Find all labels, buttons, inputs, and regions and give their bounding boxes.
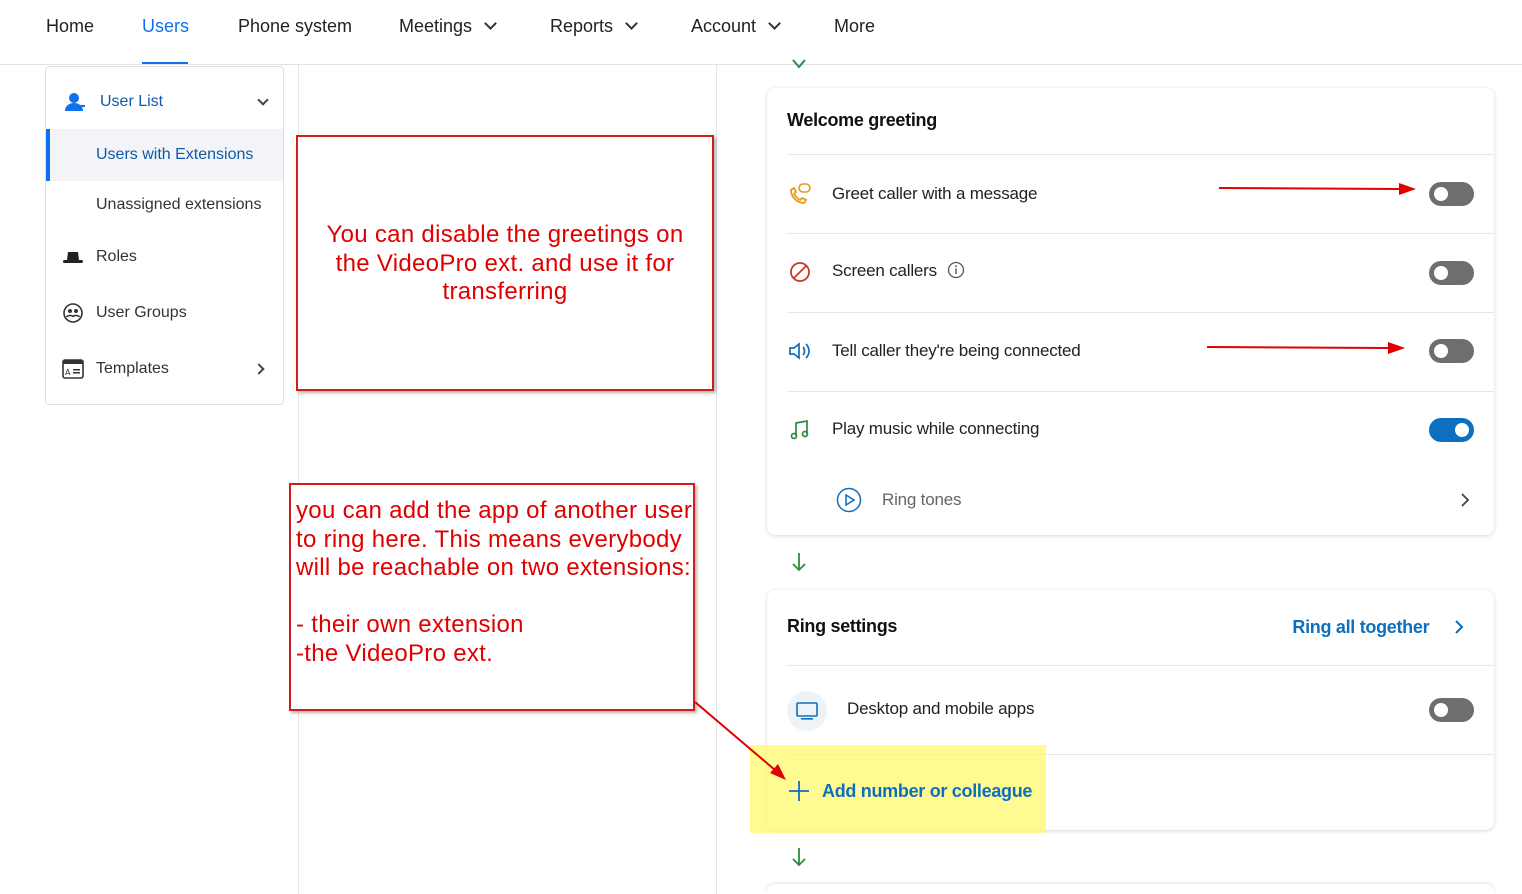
nav-reports-label: Reports: [550, 16, 614, 36]
ring-settings-title: Ring settings: [787, 616, 898, 636]
chevron-down-icon: [257, 94, 269, 106]
ring-mode-label: Ring all together: [1292, 617, 1430, 637]
chevron-down-icon: [768, 17, 781, 30]
info-icon[interactable]: [947, 261, 965, 279]
nav-meetings[interactable]: Meetings: [399, 0, 497, 64]
screen-callers-row: Screen callers: [787, 233, 1494, 312]
sidebar: User List Users with Extensions Unassign…: [45, 66, 284, 405]
block-icon: [787, 259, 813, 285]
nav-home[interactable]: Home: [46, 0, 94, 64]
sidebar-item-users-with-extensions[interactable]: Users with Extensions: [46, 129, 283, 181]
ring-mode-link[interactable]: Ring all together: [1292, 617, 1464, 638]
nav-users[interactable]: Users: [142, 0, 190, 64]
add-number-button[interactable]: Add number or colleague: [788, 780, 1032, 802]
greet-caller-label: Greet caller with a message: [832, 184, 1038, 203]
svg-text:A: A: [65, 368, 71, 377]
welcome-greeting-title: Welcome greeting: [787, 110, 937, 130]
flow-arrow-icon: [792, 553, 806, 572]
sidebar-item-templates-label: Templates: [96, 360, 169, 377]
tell-caller-toggle[interactable]: [1429, 339, 1474, 363]
chevron-right-icon: [253, 363, 265, 375]
sidebar-item-user-list[interactable]: User List: [46, 82, 283, 122]
desktop-apps-label: Desktop and mobile apps: [847, 699, 1035, 718]
nav-reports[interactable]: Reports: [550, 0, 638, 64]
sidebar-item-templates[interactable]: A Templates: [46, 349, 283, 389]
sidebar-item-roles[interactable]: Roles: [46, 237, 283, 277]
top-navigation: Home Users Phone system Meetings Reports…: [0, 0, 1522, 65]
nav-phone-system[interactable]: Phone system: [238, 0, 352, 64]
sidebar-item-user-groups-label: User Groups: [96, 304, 187, 321]
screen-callers-label: Screen callers: [832, 261, 937, 280]
add-number-label: Add number or colleague: [822, 780, 1033, 801]
welcome-greeting-card: Welcome greeting Greet caller with a mes…: [767, 88, 1494, 535]
chevron-down-icon: [625, 17, 638, 30]
sidebar-item-user-list-label: User List: [100, 93, 164, 110]
screen-callers-toggle[interactable]: [1429, 261, 1474, 285]
desktop-apps-row: Desktop and mobile apps: [787, 665, 1494, 754]
play-music-toggle[interactable]: [1429, 418, 1474, 442]
templates-icon: A: [62, 358, 84, 380]
desktop-apps-toggle[interactable]: [1429, 698, 1474, 722]
sidebar-item-user-groups[interactable]: User Groups: [46, 293, 283, 333]
chevron-down-icon: [484, 17, 497, 30]
annotation-box-greetings: You can disable the greetings on the Vid…: [296, 135, 714, 391]
ring-tones-label: Ring tones: [882, 490, 962, 509]
play-icon: [836, 487, 862, 513]
nav-account-label: Account: [691, 16, 757, 36]
flow-arrow-icon: [792, 848, 806, 867]
plus-icon: [789, 781, 809, 801]
nav-users-label: Users: [142, 16, 190, 36]
greet-caller-row: Greet caller with a message: [787, 154, 1494, 233]
nav-phone-system-label: Phone system: [238, 16, 353, 36]
desktop-icon: [787, 691, 827, 731]
next-card-edge: [767, 884, 1494, 894]
nav-account[interactable]: Account: [691, 0, 781, 64]
play-music-label: Play music while connecting: [832, 419, 1040, 438]
nav-home-label: Home: [46, 16, 95, 36]
tell-caller-row: Tell caller they're being connected: [787, 312, 1494, 391]
nav-meetings-label: Meetings: [399, 16, 473, 36]
greeting-message-icon: [787, 181, 813, 207]
music-note-icon: [787, 417, 813, 443]
nav-more[interactable]: More: [834, 0, 875, 64]
sidebar-item-users-with-extensions-label: Users with Extensions: [96, 146, 254, 163]
nav-more-label: More: [834, 16, 876, 36]
sidebar-item-unassigned-extensions[interactable]: Unassigned extensions: [46, 179, 283, 231]
greet-caller-toggle[interactable]: [1429, 182, 1474, 206]
sidebar-item-unassigned-extensions-label: Unassigned extensions: [96, 196, 262, 213]
chevron-right-icon: [1461, 493, 1470, 507]
roles-hat-icon: [62, 246, 84, 268]
ring-tones-row[interactable]: Ring tones: [787, 470, 1494, 530]
annotation-box-add-app: you can add the app of another user to r…: [289, 483, 695, 711]
tell-caller-label: Tell caller they're being connected: [832, 341, 1081, 360]
screen-callers-label-wrap: Screen callers: [832, 261, 965, 281]
column-divider: [716, 65, 717, 894]
user-groups-icon: [62, 302, 84, 324]
speaker-icon: [787, 338, 813, 364]
flow-arrow-icon: [792, 59, 806, 69]
user-list-icon: [64, 91, 86, 113]
sidebar-item-roles-label: Roles: [96, 248, 137, 265]
play-music-row: Play music while connecting: [787, 391, 1494, 470]
chevron-right-icon: [1455, 620, 1464, 634]
